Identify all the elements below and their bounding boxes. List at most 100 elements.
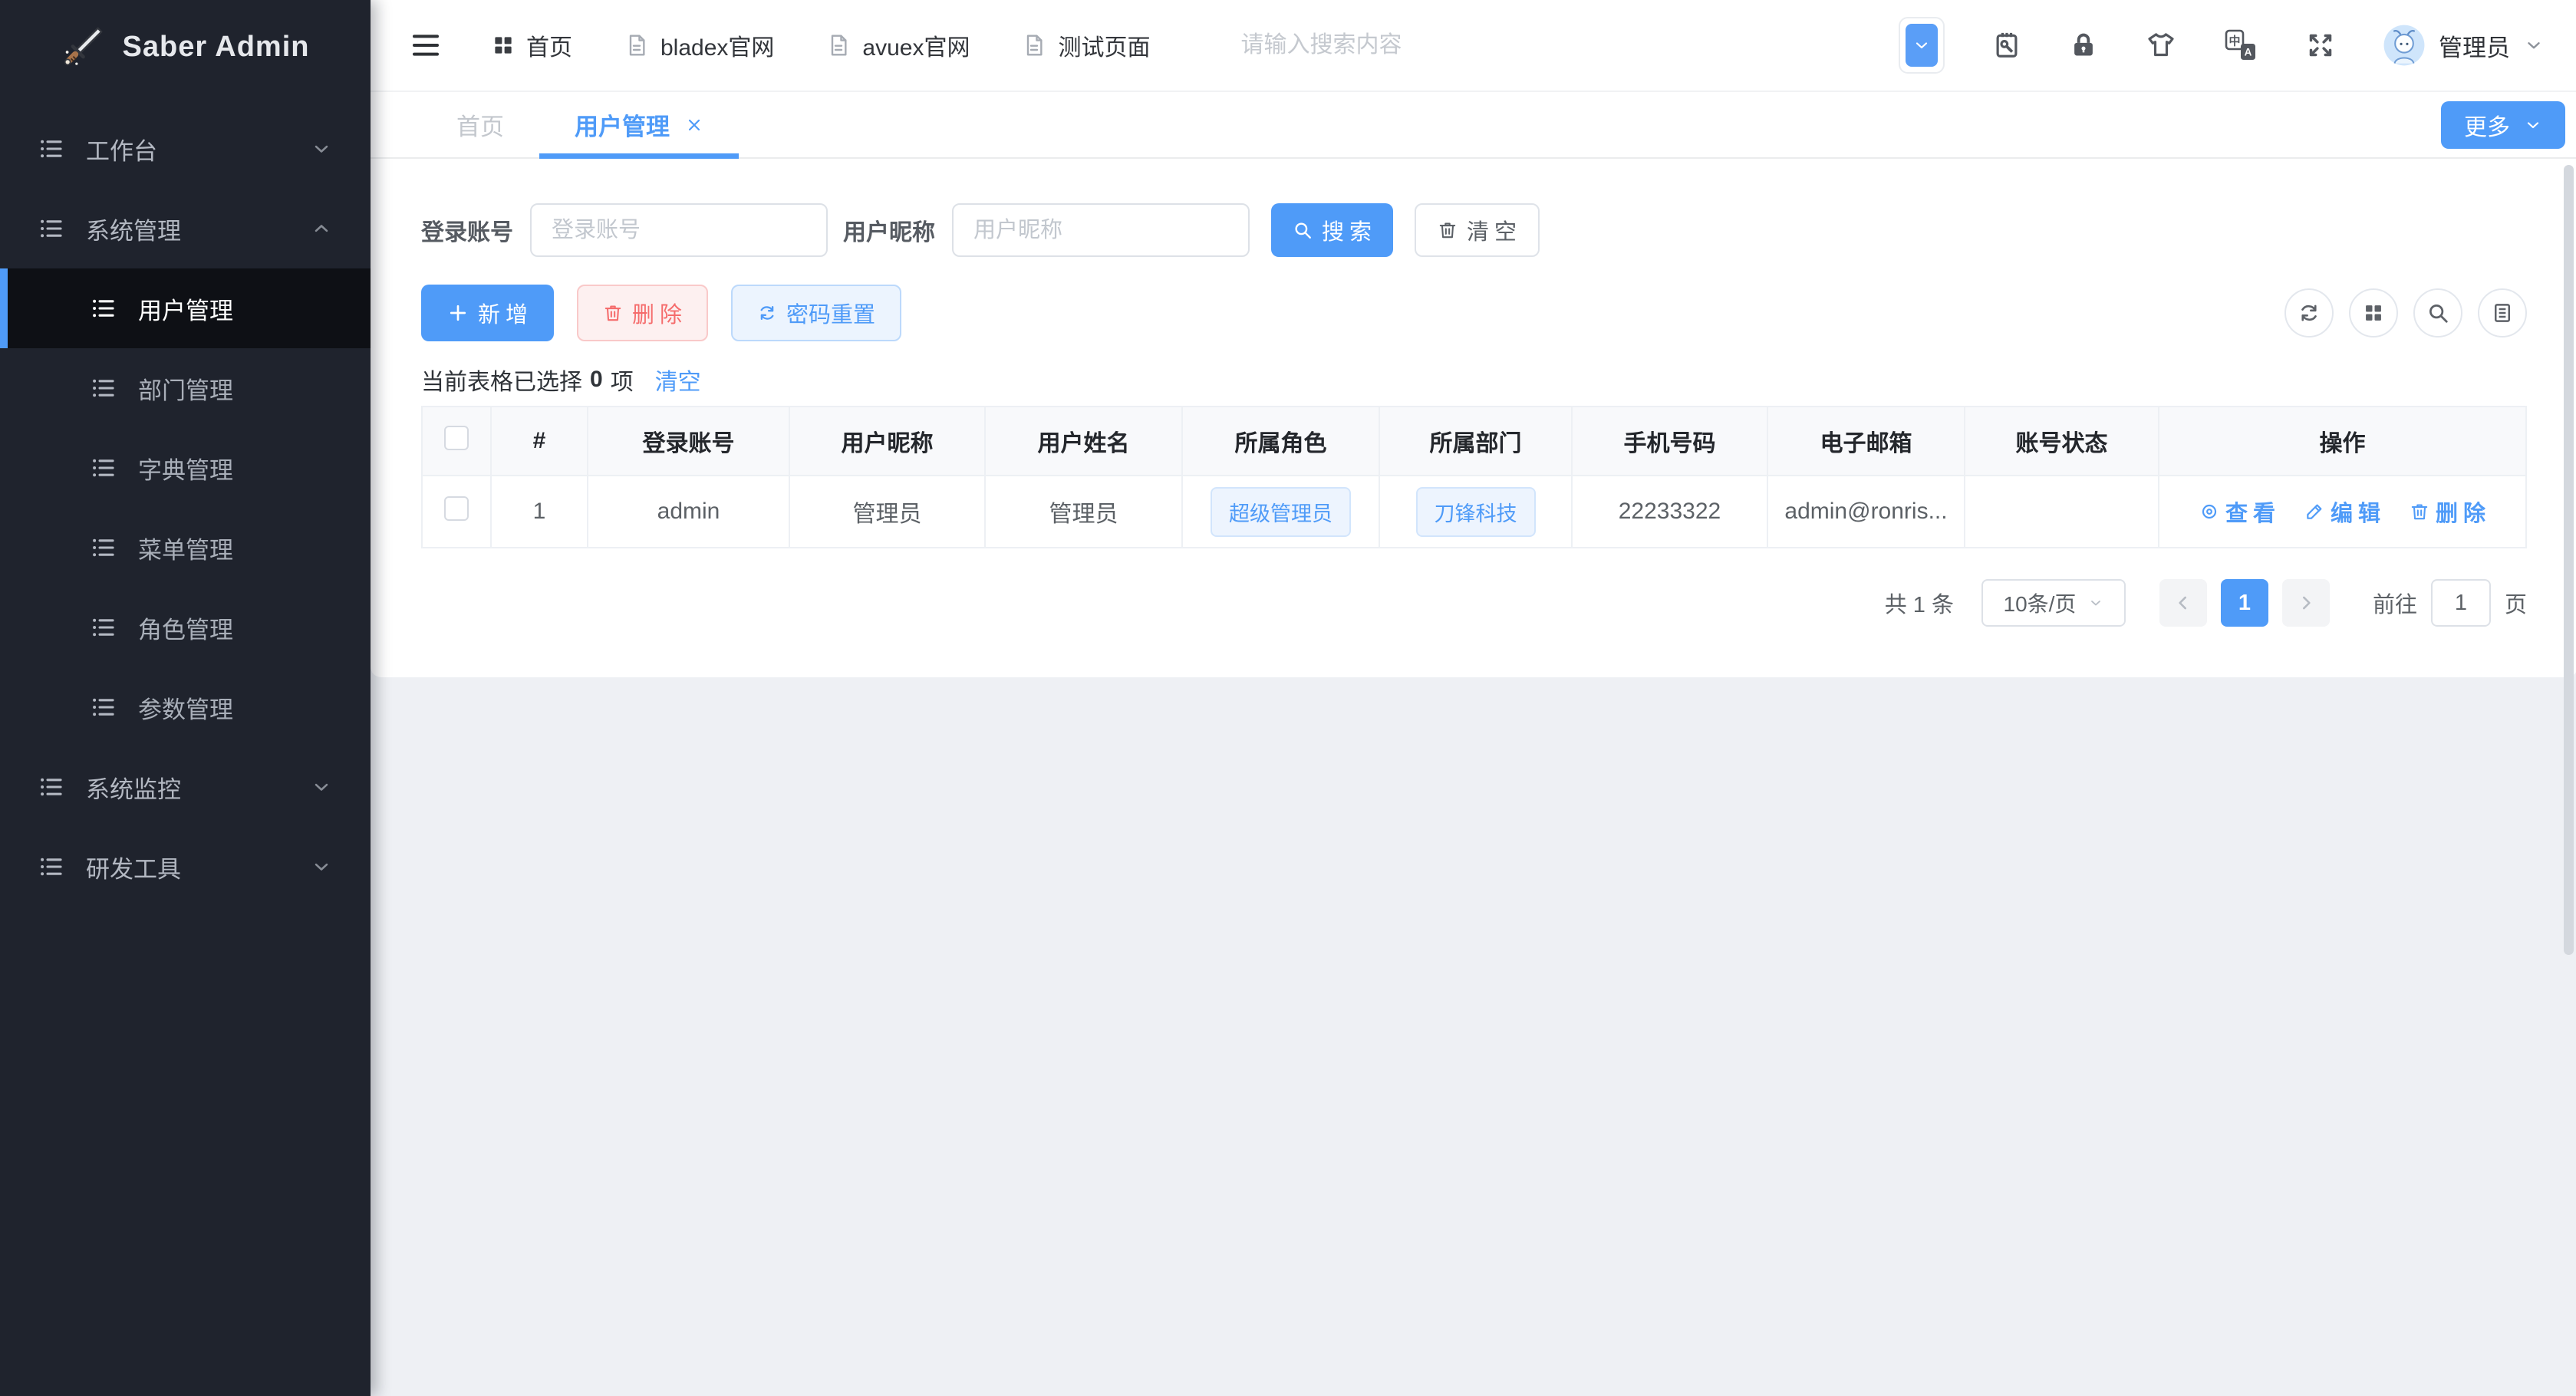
row-checkbox[interactable] — [444, 496, 469, 521]
menu-list-icon — [91, 375, 117, 401]
lock-screen-button[interactable] — [2069, 31, 2098, 60]
document-icon — [624, 33, 649, 58]
delete-link-label: 删除 — [2436, 502, 2492, 526]
sidebar-item-dict-management[interactable]: 字典管理 — [0, 428, 371, 508]
tab-home[interactable]: 首页 — [421, 92, 539, 157]
column-header-actions: 操作 — [2158, 406, 2527, 476]
tab-label: 用户管理 — [575, 114, 670, 140]
sidebar: Saber Admin 工作台 系统管理 用户管理 部门管理 字典管理 菜单管理… — [0, 0, 371, 1396]
top-nav-bladex[interactable]: bladex官网 — [624, 28, 774, 62]
nickname-field-input[interactable] — [952, 203, 1250, 257]
menu-list-icon — [38, 136, 64, 162]
app-logo: Saber Admin — [0, 0, 371, 94]
delete-row-link[interactable]: 删除 — [2410, 496, 2485, 528]
global-search-input[interactable] — [1240, 32, 1548, 58]
selection-count: 0 — [590, 367, 603, 392]
sidebar-item-label: 系统监控 — [86, 775, 181, 803]
search-button-label: 搜索 — [1322, 220, 1378, 245]
chevron-up-icon — [311, 218, 332, 239]
delete-button[interactable]: 删除 — [577, 285, 709, 341]
chevron-down-icon — [2524, 116, 2542, 134]
sidebar-item-dev-tools[interactable]: 研发工具 — [0, 827, 371, 907]
sidebar-item-workbench[interactable]: 工作台 — [0, 109, 371, 189]
clear-selection-link[interactable]: 清空 — [655, 363, 701, 397]
close-tab-button[interactable] — [685, 116, 703, 134]
tabs-more-dropdown-button[interactable]: 更多 — [2441, 100, 2565, 149]
language-icon — [2224, 28, 2258, 62]
sidebar-item-menu-management[interactable]: 菜单管理 — [0, 508, 371, 588]
top-nav-test-page[interactable]: 测试页面 — [1022, 28, 1150, 62]
sidebar-item-label: 研发工具 — [86, 855, 181, 883]
chevron-right-icon — [2296, 593, 2316, 613]
top-nav-home[interactable]: 首页 — [492, 28, 572, 62]
table-tool-icons — [2284, 288, 2527, 337]
sidebar-item-label: 参数管理 — [138, 696, 233, 723]
tab-user-management[interactable]: 用户管理 — [539, 92, 739, 159]
app-root: Saber Admin 工作台 系统管理 用户管理 部门管理 字典管理 菜单管理… — [0, 0, 2576, 1396]
language-button[interactable] — [2224, 28, 2258, 62]
edit-pencil-icon — [2304, 502, 2324, 522]
row-phone-cell: 22233322 — [1571, 475, 1768, 548]
lock-icon — [2069, 31, 2098, 60]
collapse-sidebar-button[interactable] — [410, 30, 441, 61]
nickname-field-label: 用户昵称 — [843, 220, 935, 245]
search-button[interactable]: 搜索 — [1271, 203, 1394, 257]
collapse-top-toggle-button[interactable] — [1899, 17, 1945, 74]
toggle-search-button[interactable] — [2413, 288, 2462, 337]
prev-page-button[interactable] — [2159, 579, 2207, 627]
fullscreen-icon — [2305, 30, 2336, 61]
export-button[interactable] — [2478, 288, 2527, 337]
sidebar-item-user-management[interactable]: 用户管理 — [0, 268, 371, 348]
top-nav-avuex[interactable]: avuex官网 — [826, 28, 970, 62]
page-size-select[interactable]: 10条/页 — [1981, 579, 2126, 627]
user-table: # 登录账号 用户昵称 用户姓名 所属角色 所属部门 手机号码 电子邮箱 账号状… — [421, 406, 2527, 548]
add-button[interactable]: 新增 — [421, 285, 555, 341]
more-label: 更多 — [2464, 114, 2510, 140]
refresh-icon — [757, 303, 777, 323]
chevron-down-icon — [1912, 36, 1931, 54]
chevron-down-icon — [2088, 595, 2103, 611]
chevron-down-icon — [2524, 35, 2544, 55]
clear-filters-button[interactable]: 清空 — [1415, 203, 1540, 257]
sidebar-item-label: 系统管理 — [86, 217, 181, 245]
row-select-cell — [421, 475, 492, 548]
tab-bar: 首页 用户管理 更多 — [371, 92, 2576, 159]
devtools-clipboard-icon — [1992, 31, 2021, 60]
avatar-icon — [2383, 25, 2425, 66]
goto-page-input[interactable] — [2430, 579, 2491, 627]
refresh-table-button[interactable] — [2284, 288, 2334, 337]
sidebar-item-department-management[interactable]: 部门管理 — [0, 348, 371, 428]
trash-icon — [2410, 502, 2429, 522]
user-menu[interactable]: 管理员 — [2383, 25, 2544, 66]
next-page-button[interactable] — [2281, 579, 2330, 627]
edit-row-link[interactable]: 编辑 — [2304, 496, 2380, 528]
sidebar-item-role-management[interactable]: 角色管理 — [0, 588, 371, 667]
select-all-checkbox[interactable] — [444, 426, 469, 450]
page-number-button[interactable]: 1 — [2220, 579, 2268, 627]
delete-button-label: 删除 — [632, 303, 688, 328]
theme-button[interactable] — [2146, 30, 2176, 61]
account-field-input[interactable] — [530, 203, 828, 257]
scrollbar-thumb[interactable] — [2564, 165, 2574, 955]
sidebar-submenu-system: 用户管理 部门管理 字典管理 菜单管理 角色管理 参数管理 — [0, 268, 371, 747]
header-tools: 管理员 — [1899, 17, 2544, 74]
sidebar-item-param-management[interactable]: 参数管理 — [0, 667, 371, 747]
row-department-cell: 刀锋科技 — [1379, 475, 1573, 548]
refresh-icon — [2298, 301, 2321, 324]
column-header-role: 所属角色 — [1181, 406, 1380, 476]
top-header: 首页 bladex官网 avuex官网 测试页面 请输入搜索内容 管理员 — [371, 0, 2576, 92]
search-icon — [2426, 301, 2449, 324]
row-role-cell: 超级管理员 — [1181, 475, 1380, 548]
column-settings-button[interactable] — [2349, 288, 2398, 337]
document-icon — [1022, 33, 1046, 58]
global-search — [1240, 32, 1548, 58]
table-header-row: # 登录账号 用户昵称 用户姓名 所属角色 所属部门 手机号码 电子邮箱 账号状… — [421, 406, 2527, 476]
sidebar-item-system-monitor[interactable]: 系统监控 — [0, 747, 371, 827]
devtools-button[interactable] — [1992, 31, 2021, 60]
menu-list-icon — [91, 694, 117, 720]
view-row-link[interactable]: 查看 — [2199, 496, 2275, 528]
password-reset-button[interactable]: 密码重置 — [731, 285, 902, 341]
sidebar-item-system-management[interactable]: 系统管理 — [0, 189, 371, 268]
fullscreen-button[interactable] — [2305, 30, 2336, 61]
chevron-left-icon — [2173, 593, 2193, 613]
